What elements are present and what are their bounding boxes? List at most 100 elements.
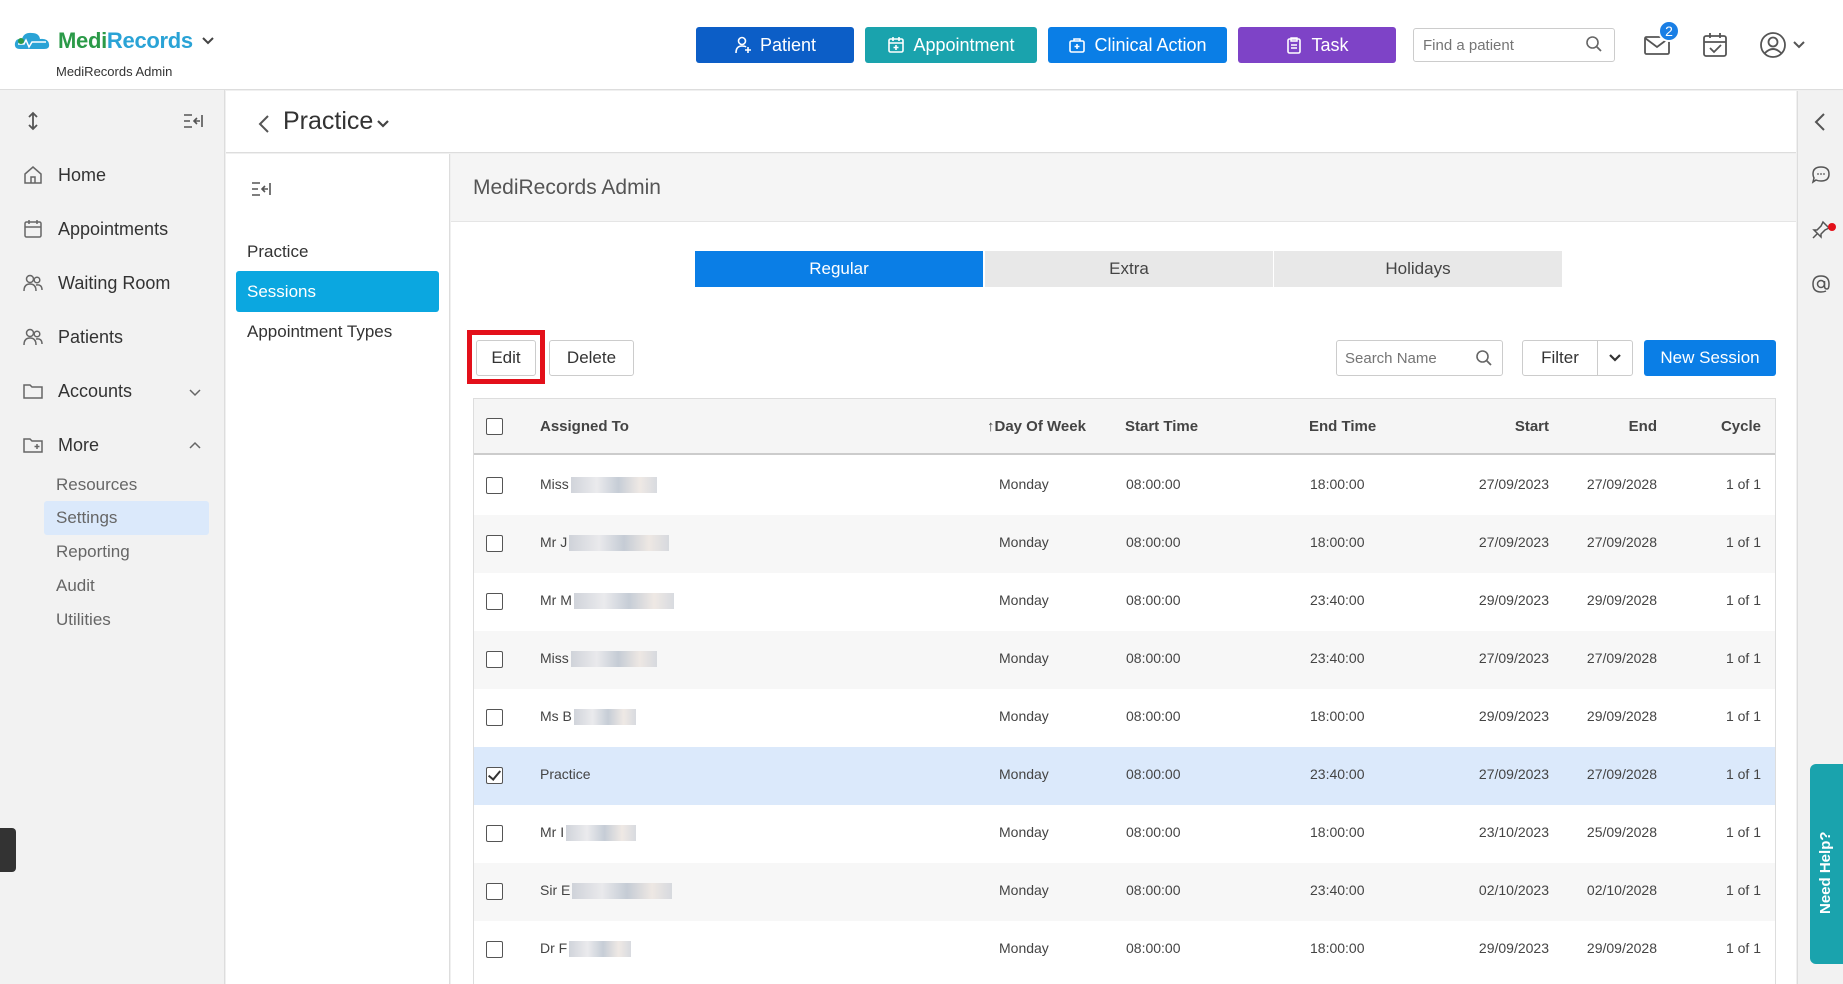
- chevron-down-icon[interactable]: [188, 385, 202, 399]
- row-checkbox-checked[interactable]: [486, 767, 503, 784]
- sidebar-item-waiting-room[interactable]: Waiting Room: [22, 272, 170, 294]
- sidebar-item-more[interactable]: More: [22, 434, 99, 456]
- table-row[interactable]: Dr F Monday 08:00:00 18:00:00 29/09/2023…: [474, 921, 1775, 979]
- edit-highlight-box: [467, 330, 545, 384]
- tab-holidays[interactable]: Holidays: [1274, 251, 1562, 287]
- brand-subtitle: MediRecords Admin: [56, 64, 173, 79]
- search-icon[interactable]: [1475, 349, 1493, 367]
- cell-assigned-to-text: Mr J: [540, 534, 568, 550]
- side-drawer-handle[interactable]: [0, 828, 16, 872]
- cell-start-date: 27/09/2023: [1478, 650, 1549, 666]
- resize-vertical-icon[interactable]: [22, 110, 44, 132]
- table-row[interactable]: Mr J Monday 08:00:00 18:00:00 27/09/2023…: [474, 515, 1775, 573]
- row-checkbox[interactable]: [486, 593, 503, 610]
- collapse-sidebar-icon[interactable]: [182, 110, 204, 132]
- cell-cycle: 1 of 1: [1725, 824, 1761, 840]
- need-help-tab[interactable]: Need Help?: [1810, 764, 1843, 964]
- sidebar-subitem-utilities[interactable]: Utilities: [44, 603, 209, 637]
- row-checkbox[interactable]: [486, 535, 503, 552]
- row-checkbox[interactable]: [486, 651, 503, 668]
- table-row-selected[interactable]: Practice Monday 08:00:00 23:40:00 27/09/…: [474, 747, 1775, 805]
- folder-plus-icon: [23, 438, 43, 453]
- column-start-time[interactable]: Start Time: [1125, 418, 1198, 435]
- sidebar-item-patients[interactable]: Patients: [22, 326, 123, 348]
- clinical-action-button[interactable]: Clinical Action: [1048, 27, 1227, 63]
- collapse-menu-icon[interactable]: [250, 178, 272, 200]
- row-checkbox[interactable]: [486, 883, 503, 900]
- row-checkbox[interactable]: [486, 825, 503, 842]
- cell-start-time: 08:00:00: [1126, 766, 1181, 782]
- chevron-down-icon[interactable]: [376, 118, 390, 130]
- cell-start-time: 08:00:00: [1126, 534, 1181, 550]
- user-avatar-icon[interactable]: [1758, 30, 1788, 60]
- sidebar-item-accounts[interactable]: Accounts: [22, 380, 132, 402]
- delete-button[interactable]: Delete: [549, 340, 634, 376]
- row-checkbox[interactable]: [486, 477, 503, 494]
- filter-dropdown-toggle[interactable]: [1597, 340, 1633, 376]
- select-all-checkbox[interactable]: [486, 418, 503, 435]
- search-icon[interactable]: [1585, 35, 1603, 53]
- submenu-item-appointment-types[interactable]: Appointment Types: [236, 311, 439, 352]
- cell-assigned-to: Sir E: [540, 882, 673, 900]
- add-user-icon: [735, 36, 751, 54]
- cell-end-date: 02/10/2028: [1586, 882, 1657, 898]
- column-assigned-to[interactable]: Assigned To: [540, 418, 629, 435]
- cell-end-date: 29/09/2028: [1586, 592, 1657, 608]
- cell-day-of-week: Monday: [999, 882, 1049, 898]
- row-checkbox[interactable]: [486, 709, 503, 726]
- sidebar-item-appointments[interactable]: Appointments: [22, 218, 168, 240]
- table-row[interactable]: Mr I Monday 08:00:00 18:00:00 23/10/2023…: [474, 805, 1775, 863]
- cell-end-time: 18:00:00: [1310, 534, 1365, 550]
- column-cycle[interactable]: Cycle: [1661, 418, 1761, 435]
- row-checkbox[interactable]: [486, 941, 503, 958]
- column-day-of-week[interactable]: ↑Day Of Week: [987, 418, 1086, 435]
- cell-day-of-week: Monday: [999, 534, 1049, 550]
- table-row[interactable]: Ms B Monday 08:00:00 18:00:00 29/09/2023…: [474, 689, 1775, 747]
- brand-logo[interactable]: MediRecords: [12, 28, 215, 54]
- page-title[interactable]: Practice: [283, 107, 373, 136]
- task-button[interactable]: Task: [1238, 27, 1396, 63]
- submenu-item-practice[interactable]: Practice: [236, 231, 439, 272]
- cell-assigned-to-text: Sir E: [540, 882, 571, 898]
- table-row[interactable]: Miss Monday 08:00:00 18:00:00 27/09/2023…: [474, 457, 1775, 515]
- filter-button[interactable]: Filter: [1522, 340, 1598, 376]
- tab-regular[interactable]: Regular: [695, 251, 983, 287]
- task-button-label: Task: [1311, 34, 1349, 55]
- chevron-left-icon[interactable]: [1810, 111, 1832, 133]
- column-start[interactable]: Start: [1449, 418, 1549, 435]
- chevron-left-icon[interactable]: [256, 113, 272, 135]
- cell-cycle: 1 of 1: [1725, 534, 1761, 550]
- table-row[interactable]: Sir E Monday 08:00:00 23:40:00 02/10/202…: [474, 863, 1775, 921]
- cloud-logo-icon: [14, 32, 50, 49]
- column-end-time[interactable]: End Time: [1309, 418, 1376, 435]
- calendar-check-icon[interactable]: [1700, 30, 1730, 60]
- sidebar-subitem-resources[interactable]: Resources: [44, 468, 209, 502]
- at-sign-icon[interactable]: [1810, 273, 1832, 295]
- chevron-up-icon[interactable]: [188, 439, 202, 453]
- table-row[interactable]: Mr M Monday 08:00:00 23:40:00 29/09/2023…: [474, 573, 1775, 631]
- sidebar-item-label: Appointments: [58, 218, 169, 239]
- cell-day-of-week: Monday: [999, 940, 1049, 956]
- cell-start-time: 08:00:00: [1126, 940, 1181, 956]
- sidebar-item-home[interactable]: Home: [22, 164, 106, 186]
- submenu-item-sessions[interactable]: Sessions: [236, 271, 439, 312]
- appointment-button-label: Appointment: [913, 34, 1015, 55]
- sidebar-subitem-reporting[interactable]: Reporting: [44, 535, 209, 569]
- chevron-down-icon[interactable]: [1792, 38, 1806, 52]
- chat-bubble-icon[interactable]: [1810, 164, 1832, 186]
- sidebar-subitem-settings[interactable]: Settings: [44, 501, 209, 535]
- redacted-name: [566, 825, 637, 842]
- cell-end-time: 23:40:00: [1310, 650, 1365, 666]
- sidebar-item-label: Home: [58, 164, 107, 185]
- new-session-button[interactable]: New Session: [1644, 340, 1776, 376]
- cell-assigned-to-text: Ms B: [540, 708, 572, 724]
- chevron-down-icon[interactable]: [201, 34, 215, 48]
- sidebar-subitem-audit[interactable]: Audit: [44, 569, 209, 603]
- settings-submenu: Practice Sessions Appointment Types: [226, 154, 450, 984]
- need-help-label: Need Help?: [1817, 831, 1834, 914]
- appointment-button[interactable]: Appointment: [865, 27, 1037, 63]
- tab-extra[interactable]: Extra: [985, 251, 1273, 287]
- patient-button[interactable]: Patient: [696, 27, 854, 63]
- table-row[interactable]: Miss Monday 08:00:00 23:40:00 27/09/2023…: [474, 631, 1775, 689]
- column-end[interactable]: End: [1557, 418, 1657, 435]
